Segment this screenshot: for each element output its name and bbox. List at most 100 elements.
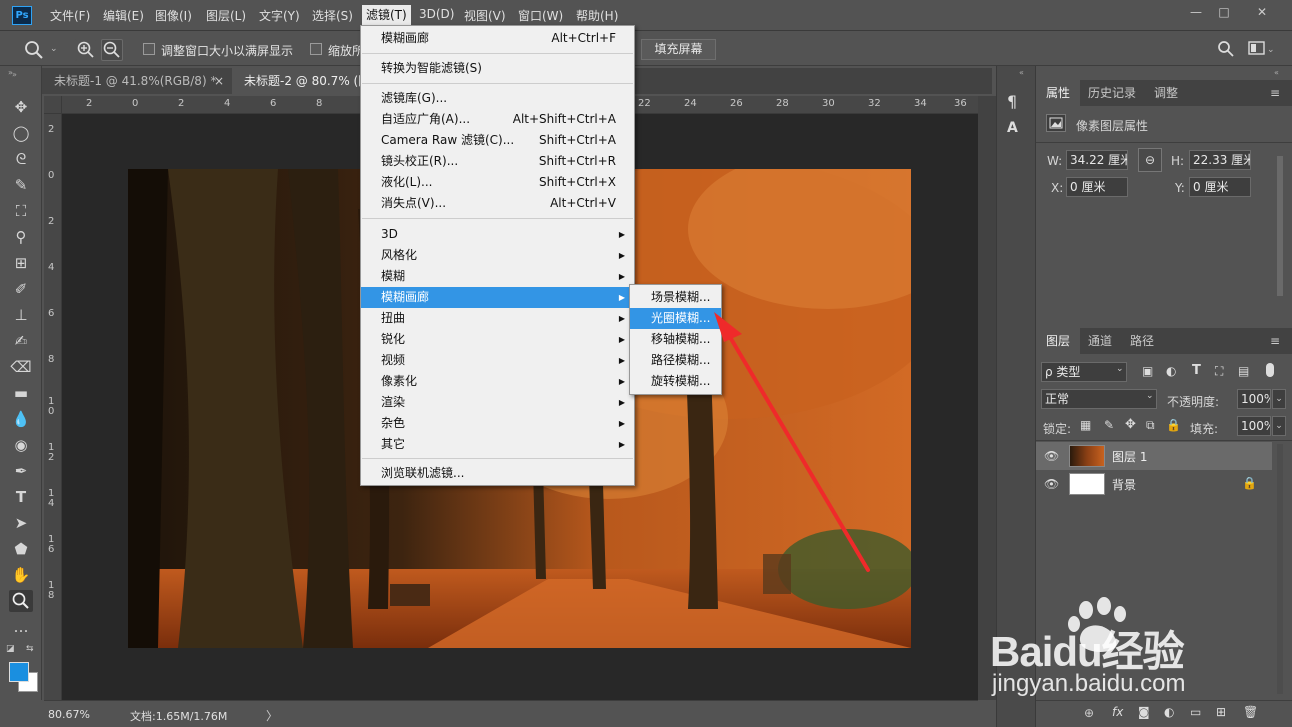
- crop-tool-icon[interactable]: ⛶: [9, 200, 33, 222]
- tab-untitled-1[interactable]: 未标题-1 @ 41.8%(RGB/8) * ×: [42, 68, 232, 94]
- marquee-tool-icon[interactable]: ◯: [9, 122, 33, 144]
- visibility-eye-icon[interactable]: 👁: [1044, 477, 1059, 491]
- tab-paths[interactable]: 路径: [1120, 328, 1164, 354]
- layer-name[interactable]: 背景: [1112, 476, 1136, 493]
- chevron-down-icon[interactable]: ⌄: [1116, 364, 1124, 374]
- quick-select-tool-icon[interactable]: ✎: [9, 174, 33, 196]
- scrollbar[interactable]: [1277, 444, 1283, 694]
- submenu-item-path-blur[interactable]: 路径模糊...: [630, 350, 721, 371]
- lock-artboard-icon[interactable]: ⧉: [1146, 418, 1155, 433]
- workspace-icon[interactable]: ⌄: [1248, 41, 1275, 55]
- menu-item-camera-raw[interactable]: Camera Raw 滤镜(C)... Shift+Ctrl+A: [361, 130, 634, 151]
- status-menu-icon[interactable]: 〉: [266, 707, 278, 724]
- menu-view[interactable]: 视图(V): [464, 7, 506, 24]
- menu-filter[interactable]: 滤镜(T): [362, 5, 411, 25]
- y-field[interactable]: 0 厘米: [1189, 177, 1251, 197]
- submenu-item-spin-blur[interactable]: 旋转模糊...: [630, 371, 721, 392]
- gradient-tool-icon[interactable]: ▬: [9, 382, 33, 404]
- layer-name[interactable]: 图层 1: [1112, 448, 1147, 465]
- path-select-tool-icon[interactable]: ➤: [9, 512, 33, 534]
- tab-history[interactable]: 历史记录: [1078, 80, 1146, 106]
- tab-channels[interactable]: 通道: [1078, 328, 1122, 354]
- menu-item-3d[interactable]: 3D ▶: [361, 224, 634, 245]
- layer-row[interactable]: 👁 图层 1: [1036, 442, 1272, 470]
- menu-item-convert-smart[interactable]: 转换为智能滤镜(S): [361, 58, 634, 79]
- lock-icon[interactable]: 🔒: [1242, 476, 1257, 490]
- close-tab-icon[interactable]: ×: [214, 68, 224, 94]
- menu-item-pixelate[interactable]: 像素化 ▶: [361, 371, 634, 392]
- minimize-button[interactable]: —: [1184, 5, 1208, 21]
- ruler-origin[interactable]: [44, 96, 62, 114]
- foreground-color-swatch[interactable]: [9, 662, 29, 682]
- collapse-panel-icon[interactable]: »: [12, 70, 17, 79]
- chevron-down-icon[interactable]: ⌄: [1272, 389, 1286, 409]
- move-tool-icon[interactable]: ✥: [9, 96, 33, 118]
- history-brush-tool-icon[interactable]: ✍: [9, 330, 33, 352]
- eyedropper-tool-icon[interactable]: ⚲: [9, 226, 33, 248]
- brush-tool-icon[interactable]: ✐: [9, 278, 33, 300]
- layer-kind-filter[interactable]: ρ 类型: [1041, 362, 1127, 382]
- submenu-item-field-blur[interactable]: 场景模糊...: [630, 287, 721, 308]
- submenu-item-tilt-shift[interactable]: 移轴模糊...: [630, 329, 721, 350]
- swap-colors-icon[interactable]: ⇆: [26, 644, 34, 654]
- more-tools-icon[interactable]: …: [9, 616, 33, 638]
- chevron-down-icon[interactable]: ⌄: [1146, 391, 1154, 401]
- menu-layer[interactable]: 图层(L): [206, 7, 246, 24]
- panel-menu-icon[interactable]: ≡: [1270, 86, 1280, 100]
- stamp-tool-icon[interactable]: ⊥: [9, 304, 33, 326]
- menu-item-adaptive-wide-angle[interactable]: 自适应广角(A)... Alt+Shift+Ctrl+A: [361, 109, 634, 130]
- resize-windows-checkbox[interactable]: [143, 43, 155, 55]
- filter-adjustment-icon[interactable]: ◐: [1166, 364, 1176, 378]
- menu-item-blur[interactable]: 模糊 ▶: [361, 266, 634, 287]
- filter-shape-icon[interactable]: ⛶: [1215, 364, 1223, 379]
- menu-help[interactable]: 帮助(H): [576, 7, 618, 24]
- pen-tool-icon[interactable]: ✒: [9, 460, 33, 482]
- panel-menu-icon[interactable]: ≡: [1270, 334, 1280, 348]
- search-icon[interactable]: [1217, 40, 1235, 58]
- frame-tool-icon[interactable]: ⊞: [9, 252, 33, 274]
- character-panel-icon[interactable]: A: [1007, 120, 1027, 140]
- paragraph-panel-icon[interactable]: ¶: [1007, 92, 1027, 112]
- menu-3d[interactable]: 3D(D): [419, 7, 454, 21]
- menu-item-render[interactable]: 渲染 ▶: [361, 392, 634, 413]
- trash-icon[interactable]: 🗑: [1243, 705, 1258, 719]
- chevron-down-icon[interactable]: ⌄: [1272, 416, 1286, 436]
- menu-item-vanishing-point[interactable]: 消失点(V)... Alt+Ctrl+V: [361, 193, 634, 214]
- zoom-level[interactable]: 80.67%: [48, 708, 90, 721]
- height-field[interactable]: 22.33 厘米: [1189, 150, 1251, 170]
- restore-button[interactable]: □: [1212, 5, 1236, 21]
- visibility-eye-icon[interactable]: 👁: [1044, 449, 1059, 463]
- opacity-field[interactable]: 100%: [1237, 389, 1271, 409]
- blur-tool-icon[interactable]: 💧: [9, 408, 33, 430]
- menu-type[interactable]: 文字(Y): [259, 7, 300, 24]
- menu-image[interactable]: 图像(I): [155, 7, 192, 24]
- new-layer-icon[interactable]: ⊞: [1216, 705, 1226, 719]
- menu-item-stylize[interactable]: 风格化 ▶: [361, 245, 634, 266]
- lock-pixels-icon[interactable]: ✎: [1104, 418, 1114, 432]
- menu-item-blur-gallery[interactable]: 模糊画廊 ▶: [361, 287, 634, 308]
- link-icon[interactable]: ⊖: [1138, 148, 1162, 172]
- dodge-tool-icon[interactable]: ◉: [9, 434, 33, 456]
- zoom-all-checkbox[interactable]: [310, 43, 322, 55]
- eraser-tool-icon[interactable]: ⌫: [9, 356, 33, 378]
- filter-toggle-icon[interactable]: [1266, 363, 1274, 377]
- menu-item-lens-correction[interactable]: 镜头校正(R)... Shift+Ctrl+R: [361, 151, 634, 172]
- zoom-tool-icon[interactable]: [9, 590, 33, 612]
- mask-icon[interactable]: ◙: [1138, 705, 1150, 719]
- menu-item-sharpen[interactable]: 锐化 ▶: [361, 329, 634, 350]
- menu-item-distort[interactable]: 扭曲 ▶: [361, 308, 634, 329]
- zoom-preset-icon[interactable]: [24, 40, 44, 60]
- tab-properties[interactable]: 属性: [1036, 80, 1081, 106]
- lock-transparency-icon[interactable]: ▦: [1080, 418, 1091, 432]
- menu-file[interactable]: 文件(F): [50, 7, 90, 24]
- blend-mode-select[interactable]: 正常: [1041, 389, 1157, 409]
- adjustment-icon[interactable]: ◐: [1164, 705, 1174, 719]
- width-field[interactable]: 34.22 厘米: [1066, 150, 1128, 170]
- type-tool-icon[interactable]: T: [9, 486, 33, 508]
- filter-smart-object-icon[interactable]: ▤: [1238, 364, 1249, 378]
- filter-pixel-icon[interactable]: ▣: [1142, 364, 1153, 378]
- menu-edit[interactable]: 编辑(E): [103, 7, 144, 24]
- hand-tool-icon[interactable]: ✋: [9, 564, 33, 586]
- menu-window[interactable]: 窗口(W): [518, 7, 563, 24]
- collapse-icon[interactable]: «: [1274, 68, 1279, 77]
